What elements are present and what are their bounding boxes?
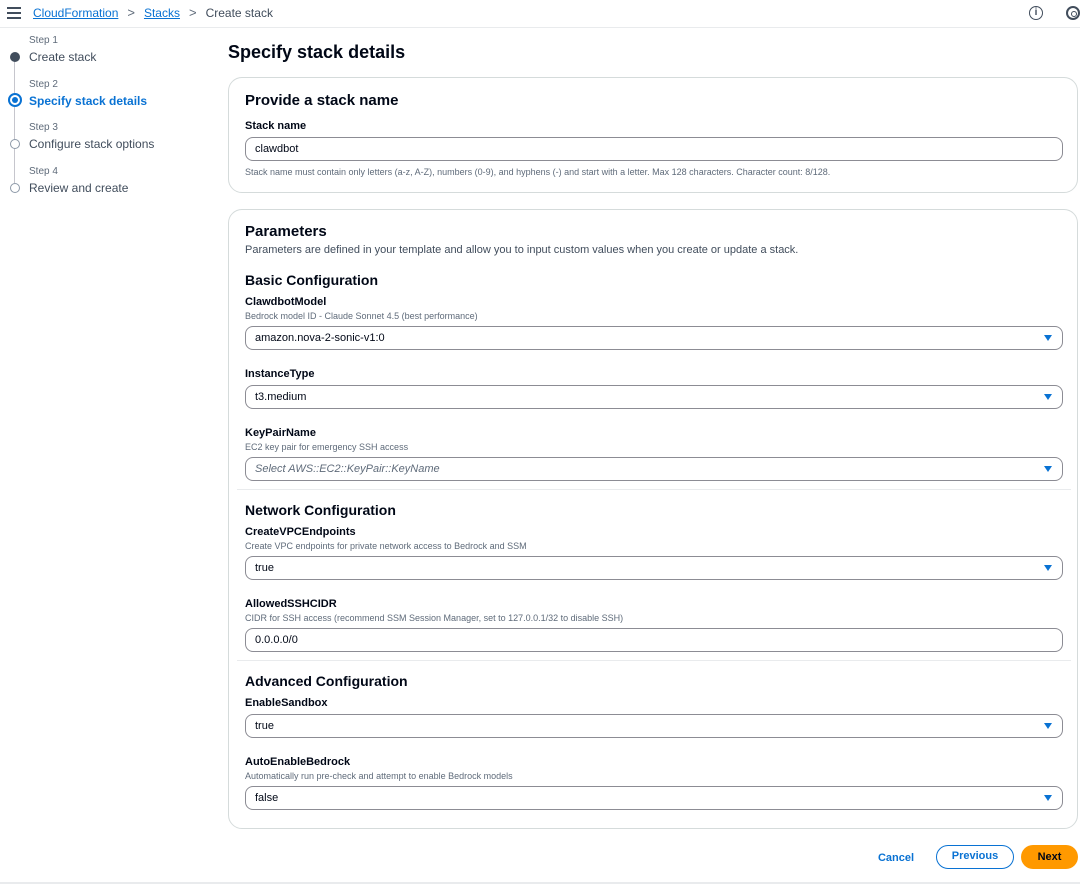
vpc-endpoints-label: CreateVPCEndpoints [245, 526, 356, 538]
chevron-right-icon: > [188, 5, 197, 20]
parameters-description: Parameters are defined in your template … [245, 244, 799, 256]
caret-down-icon [1044, 394, 1052, 400]
step-number: Step 3 [29, 122, 58, 133]
auto-bedrock-value: false [255, 792, 279, 804]
ssh-cidr-desc: CIDR for SSH access (recommend SSM Sessi… [245, 613, 624, 623]
clawdbot-model-select[interactable]: amazon.nova-2-sonic-v1:0 [245, 326, 1063, 350]
clawdbot-model-desc: Bedrock model ID - Claude Sonnet 4.5 (be… [245, 311, 478, 321]
instance-type-value: t3.medium [255, 391, 307, 403]
breadcrumb-cloudformation[interactable]: CloudFormation [33, 6, 118, 20]
section-divider [237, 489, 1071, 490]
ssh-cidr-input[interactable]: 0.0.0.0/0 [245, 628, 1063, 652]
clawdbot-model-value: amazon.nova-2-sonic-v1:0 [255, 332, 385, 344]
step-connector [14, 148, 15, 183]
breadcrumb-current: Create stack [205, 6, 273, 20]
ssh-cidr-label: AllowedSSHCIDR [245, 598, 337, 610]
breadcrumb: CloudFormation > Stacks > Create stack [33, 6, 273, 20]
stack-name-value: clawdbot [255, 143, 299, 155]
sandbox-value: true [255, 720, 274, 732]
step-label-create-stack[interactable]: Create stack [29, 50, 96, 64]
previous-button[interactable]: Previous [936, 845, 1014, 869]
caret-down-icon [1044, 335, 1052, 341]
step-number: Step 1 [29, 35, 58, 46]
step-label-review-create: Review and create [29, 181, 129, 195]
auto-bedrock-select[interactable]: false [245, 786, 1063, 810]
stack-name-card: Provide a stack name Stack name clawdbot… [228, 77, 1078, 193]
caret-down-icon [1044, 795, 1052, 801]
breadcrumb-stacks[interactable]: Stacks [144, 6, 180, 20]
chevron-right-icon: > [127, 5, 135, 20]
stack-name-help: Stack name must contain only letters (a-… [245, 167, 831, 177]
keypair-desc: EC2 key pair for emergency SSH access [245, 442, 409, 452]
info-icon[interactable]: i [1029, 6, 1043, 20]
stack-name-label: Stack name [245, 120, 307, 132]
step-number: Step 4 [29, 166, 58, 177]
vpc-endpoints-value: true [255, 562, 274, 574]
next-button[interactable]: Next [1021, 845, 1078, 869]
step-connector [14, 61, 15, 93]
instance-type-label: InstanceType [245, 368, 315, 380]
vpc-endpoints-select[interactable]: true [245, 556, 1063, 580]
page-title: Specify stack details [228, 42, 406, 62]
section-divider [237, 660, 1071, 661]
keypair-placeholder: Select AWS::EC2::KeyPair::KeyName [255, 463, 440, 475]
parameters-card: Parameters Parameters are defined in you… [228, 209, 1078, 829]
basic-config-title: Basic Configuration [245, 272, 379, 288]
instance-type-select[interactable]: t3.medium [245, 385, 1063, 409]
clawdbot-model-label: ClawdbotModel [245, 296, 327, 308]
step-connector [14, 107, 15, 140]
stack-name-card-title: Provide a stack name [245, 92, 399, 109]
keypair-label: KeyPairName [245, 427, 316, 439]
parameters-title: Parameters [245, 223, 327, 240]
caret-down-icon [1044, 723, 1052, 729]
top-bar: CloudFormation > Stacks > Create stack i [0, 0, 1080, 28]
auto-bedrock-label: AutoEnableBedrock [245, 756, 351, 768]
caret-down-icon [1044, 565, 1052, 571]
step-pending-icon [10, 139, 20, 149]
auto-bedrock-desc: Automatically run pre-check and attempt … [245, 771, 513, 781]
menu-icon[interactable] [7, 7, 21, 19]
cancel-button[interactable]: Cancel [868, 849, 924, 867]
settings-icon[interactable] [1066, 6, 1080, 20]
stack-name-input[interactable]: clawdbot [245, 137, 1063, 161]
sandbox-select[interactable]: true [245, 714, 1063, 738]
step-pending-icon [10, 183, 20, 193]
step-complete-icon [10, 52, 20, 62]
step-number: Step 2 [29, 79, 58, 90]
vpc-endpoints-desc: Create VPC endpoints for private network… [245, 541, 527, 551]
keypair-select[interactable]: Select AWS::EC2::KeyPair::KeyName [245, 457, 1063, 481]
advanced-config-title: Advanced Configuration [245, 673, 408, 689]
step-label-configure-options: Configure stack options [29, 137, 155, 151]
ssh-cidr-value: 0.0.0.0/0 [255, 634, 298, 646]
sandbox-label: EnableSandbox [245, 697, 328, 709]
network-config-title: Network Configuration [245, 502, 396, 518]
caret-down-icon [1044, 466, 1052, 472]
step-label-specify-details: Specify stack details [29, 94, 148, 108]
step-current-icon [8, 93, 22, 107]
